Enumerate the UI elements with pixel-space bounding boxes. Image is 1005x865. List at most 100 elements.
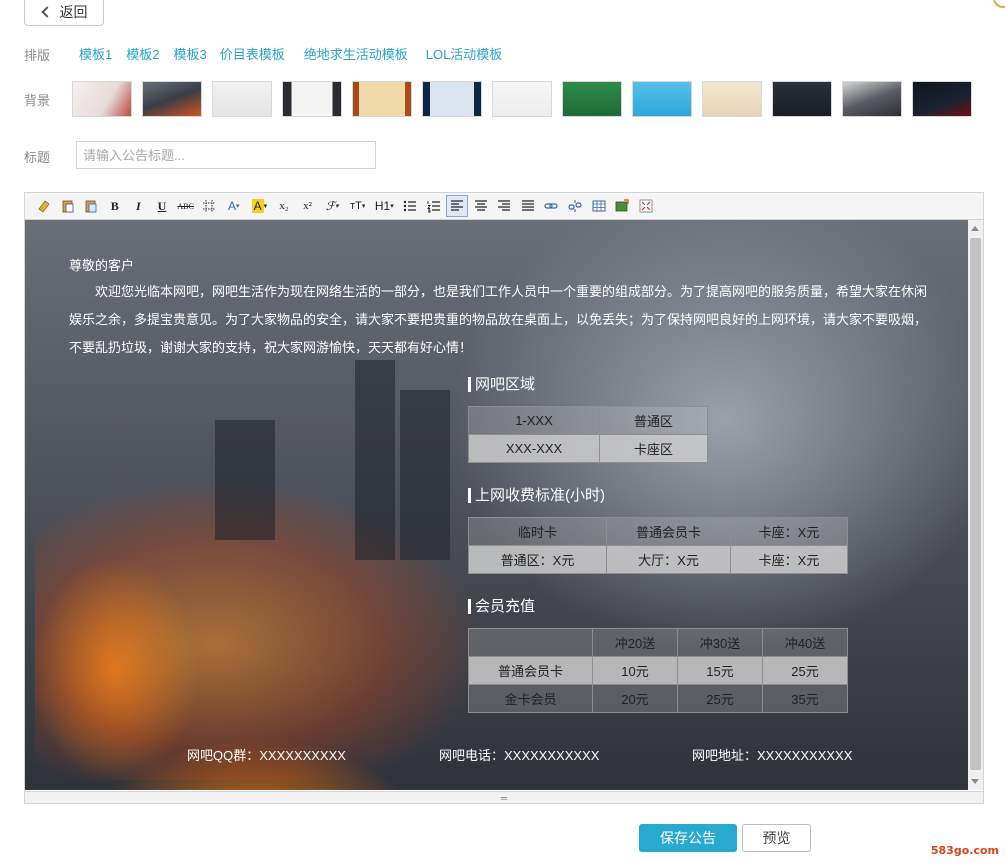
- heading-icon[interactable]: H1 ▾: [371, 195, 397, 217]
- table-cell: 大厅：X元: [606, 545, 731, 574]
- unlink-icon[interactable]: [564, 195, 586, 217]
- area-table: 1-XXX 普通区 XXX-XXX 卡座区: [468, 406, 708, 463]
- table-row: 冲20送 冲30送 冲40送: [468, 628, 848, 657]
- scroll-up-arrow-icon[interactable]: [971, 226, 979, 231]
- italic-icon[interactable]: I: [127, 195, 149, 217]
- background-label: 背景: [24, 93, 51, 108]
- highlight-caret-icon: ▾: [263, 203, 268, 210]
- background-thumb-11[interactable]: [772, 81, 832, 117]
- table-row: 普通区：X元 大厅：X元 卡座：X元: [468, 545, 848, 574]
- resize-grip-icon: ═: [500, 792, 508, 803]
- table-cell: 35元: [762, 684, 848, 713]
- background-thumb-7[interactable]: [492, 81, 552, 117]
- justify-icon[interactable]: [517, 195, 539, 217]
- table-row: XXX-XXX 卡座区: [468, 434, 708, 463]
- back-label: 返回: [59, 4, 88, 20]
- table-cell: 20元: [592, 684, 678, 713]
- scroll-thumb[interactable]: [970, 238, 981, 770]
- heading-label: H1: [374, 199, 391, 213]
- template-link-2[interactable]: 模板2: [126, 44, 159, 63]
- building-silhouette: [215, 420, 275, 540]
- superscript-icon[interactable]: x²: [297, 195, 319, 217]
- background-thumb-6[interactable]: [422, 81, 482, 117]
- font-color-caret-icon: ▾: [236, 203, 240, 210]
- editor-content-area[interactable]: 尊敬的客户 欢迎您光临本网吧，网吧生活作为现在网络生活的一部分，也是我们工作人员…: [25, 220, 968, 790]
- table-cell: 冲30送: [677, 628, 763, 657]
- paste-plain-icon[interactable]: [80, 195, 102, 217]
- template-link-1[interactable]: 模板1: [79, 44, 112, 63]
- chevron-left-icon: [40, 6, 53, 18]
- table-row: 临时卡 普通会员卡 卡座：X元: [468, 517, 848, 546]
- background-thumb-13[interactable]: [912, 81, 972, 117]
- rich-text-editor: B I U ABC A ▾ A ▾ x₂ x² ℱ ▾ тT ▾ H1 ▾ 尊敬…: [24, 192, 984, 804]
- background-thumb-3[interactable]: [212, 81, 272, 117]
- footer-phone: 网吧电话：XXXXXXXXXXX: [439, 748, 600, 763]
- table-cell: 普通会员卡: [606, 517, 731, 546]
- background-thumb-10[interactable]: [702, 81, 762, 117]
- font-size-label: тT: [350, 200, 362, 212]
- underline-icon[interactable]: U: [151, 195, 173, 217]
- font-family-label: ℱ: [325, 198, 336, 213]
- table-row: 金卡会员 20元 25元 35元: [468, 684, 848, 713]
- site-watermark: 583go.com: [930, 844, 999, 857]
- table-icon[interactable]: [588, 195, 610, 217]
- table-cell: 1-XXX: [468, 406, 600, 435]
- align-center-icon[interactable]: [470, 195, 492, 217]
- table-cell: 10元: [592, 656, 678, 685]
- fullscreen-icon[interactable]: [635, 195, 657, 217]
- font-family-icon[interactable]: ℱ ▾: [320, 195, 344, 217]
- align-right-icon[interactable]: [493, 195, 515, 217]
- background-thumb-4[interactable]: [282, 81, 342, 117]
- highlight-icon[interactable]: A ▾: [247, 195, 271, 217]
- grid-icon[interactable]: [198, 195, 220, 217]
- template-link-lol[interactable]: LOL活动模板: [426, 44, 503, 63]
- bold-icon[interactable]: B: [104, 195, 126, 217]
- layout-label: 排版: [24, 48, 51, 63]
- align-left-icon[interactable]: [446, 195, 469, 217]
- save-notice-button[interactable]: 保存公告: [639, 824, 737, 852]
- eraser-icon[interactable]: [33, 195, 55, 217]
- bullet-list-icon[interactable]: [399, 195, 421, 217]
- template-link-price-list[interactable]: 价目表模板: [220, 44, 285, 63]
- notice-editor-page: 返回 排版 模板1 模板2 模板3 价目表模板 绝地求生活动模板 LOL活动模板…: [0, 0, 1005, 865]
- background-thumb-9[interactable]: [632, 81, 692, 117]
- background-thumbnails: [72, 81, 972, 117]
- editor-resize-handle[interactable]: ═: [25, 791, 983, 803]
- fee-section-title: 上网收费标准(小时): [468, 488, 605, 503]
- table-cell: 卡座：X元: [730, 517, 848, 546]
- scroll-down-arrow-icon[interactable]: [971, 779, 979, 784]
- template-links: 模板1 模板2 模板3 价目表模板 绝地求生活动模板 LOL活动模板: [79, 44, 502, 63]
- table-cell: 临时卡: [468, 517, 607, 546]
- notice-title-input[interactable]: [76, 141, 376, 169]
- notice-greeting: 尊敬的客户: [69, 258, 135, 273]
- area-section-title: 网吧区域: [468, 377, 535, 392]
- background-thumb-2[interactable]: [142, 81, 202, 117]
- template-link-pubg[interactable]: 绝地求生活动模板: [304, 44, 408, 63]
- recharge-table: 冲20送 冲30送 冲40送 普通会员卡 10元 15元 25元 金卡会员 20…: [468, 628, 848, 713]
- font-color-icon[interactable]: A ▾: [222, 195, 246, 217]
- link-icon[interactable]: [540, 195, 562, 217]
- notice-body: 欢迎您光临本网吧，网吧生活作为现在网络生活的一部分，也是我们工作人员中一个重要的…: [69, 284, 928, 355]
- table-cell: 金卡会员: [468, 684, 593, 713]
- editor-scrollbar[interactable]: [968, 220, 983, 790]
- background-thumb-1[interactable]: [72, 81, 132, 117]
- numbered-list-icon[interactable]: [423, 195, 445, 217]
- footer-qq-group: 网吧QQ群：XXXXXXXXXX: [187, 748, 346, 763]
- editor-toolbar: B I U ABC A ▾ A ▾ x₂ x² ℱ ▾ тT ▾ H1 ▾: [25, 193, 983, 220]
- font-size-caret-icon: ▾: [361, 203, 366, 210]
- insert-image-icon[interactable]: [611, 195, 633, 217]
- title-label: 标题: [24, 150, 51, 165]
- subscript-icon[interactable]: x₂: [273, 195, 295, 217]
- background-thumb-8[interactable]: [562, 81, 622, 117]
- template-link-3[interactable]: 模板3: [173, 44, 206, 63]
- background-thumb-5[interactable]: [352, 81, 412, 117]
- table-cell: 普通会员卡: [468, 656, 593, 685]
- back-button[interactable]: 返回: [24, 0, 104, 26]
- background-thumb-12[interactable]: [842, 81, 902, 117]
- font-color-label: A: [227, 199, 236, 213]
- preview-button[interactable]: 预览: [742, 824, 811, 852]
- paste-icon[interactable]: [57, 195, 79, 217]
- strikethrough-icon[interactable]: ABC: [175, 195, 197, 217]
- font-size-icon[interactable]: тT ▾: [346, 195, 370, 217]
- font-family-caret-icon: ▾: [335, 202, 339, 210]
